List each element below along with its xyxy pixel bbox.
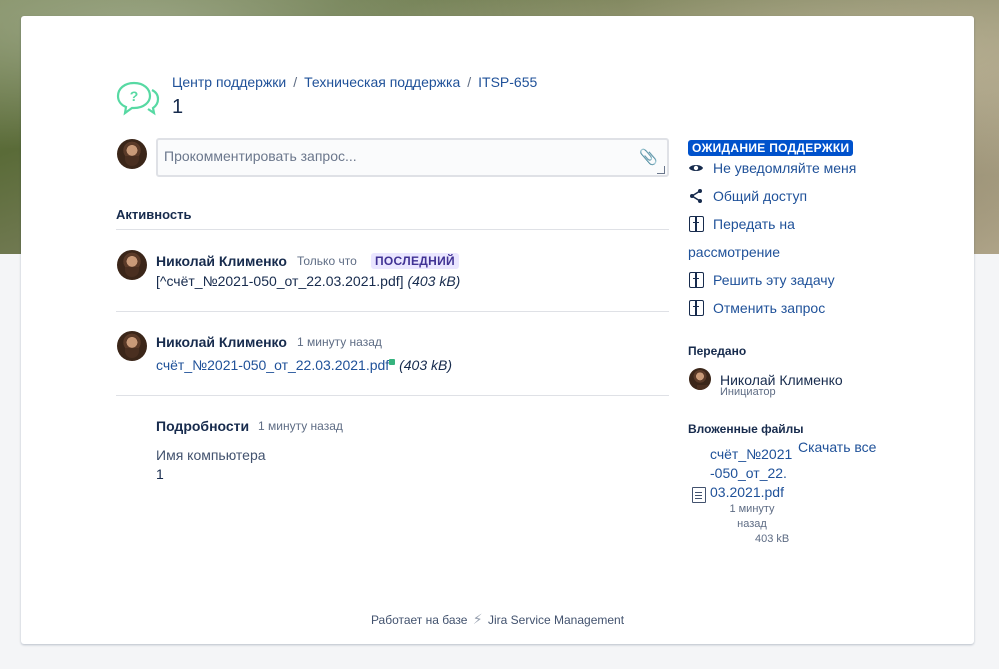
field-value: 1 [156, 466, 164, 482]
breadcrumb: Центр поддержки / Техническая поддержка / IT… [172, 74, 537, 90]
unwatch-link[interactable]: Не уведомляйте меня [713, 160, 856, 176]
avatar [689, 368, 711, 390]
avatar [117, 331, 147, 361]
attachment-size: (403 kB) [399, 357, 452, 373]
external-link-icon [389, 359, 396, 365]
attachment-time-line: назад [737, 518, 767, 530]
activity-author: Николай Клименко [156, 253, 287, 269]
activity-heading: Активность [116, 207, 192, 222]
details-label: Подробности [156, 418, 250, 434]
footer-product[interactable]: Jira Service Management [488, 613, 624, 627]
activity-time: 1 минуту назад [297, 335, 382, 349]
request-card: ? Центр поддержки / Техническая поддержка /… [21, 16, 974, 644]
svg-text:?: ? [130, 88, 139, 104]
attachment-time-line: 1 минуту [729, 503, 775, 515]
breadcrumb-separator: / [293, 74, 298, 90]
share-link[interactable]: Общий доступ [713, 188, 807, 204]
latest-badge: ПОСЛЕДНИЙ [371, 253, 459, 269]
activity-author: Николай Клименко [156, 334, 287, 350]
attachment-file-link[interactable]: счёт_№2021 -050_от_22. 03.2021.pdf [710, 445, 800, 502]
comment-placeholder: Прокомментировать запрос... [164, 148, 357, 164]
paperclip-icon[interactable]: 📎 [639, 148, 658, 166]
activity-body: счёт_№2021-050_от_22.03.2021.pdf (403 kB… [156, 357, 452, 373]
attachment-markup-text: [^счёт_№2021-050_от_22.03.2021.pdf] [156, 273, 404, 289]
resize-handle-icon[interactable] [657, 166, 665, 174]
attachment-name-part: -050_от_22. [710, 465, 787, 481]
transition-icon [689, 216, 704, 232]
field-label: Имя компьютера [156, 447, 266, 463]
divider [116, 229, 669, 230]
attachment-name-part: 03.2021.pdf [710, 484, 784, 500]
document-icon [692, 487, 706, 503]
breadcrumb-help-center[interactable]: Центр поддержки [172, 74, 286, 90]
jira-logo-icon: ⚡ [472, 611, 483, 627]
cancel-request-link[interactable]: Отменить запрос [713, 300, 825, 316]
footer-prefix: Работает на базе [370, 613, 468, 627]
details-time: 1 минуту назад [258, 419, 343, 433]
avatar [117, 139, 147, 169]
divider [116, 311, 669, 312]
help-center-icon: ? [116, 81, 160, 116]
activity-body: [^счёт_№2021-050_от_22.03.2021.pdf] (403… [156, 273, 460, 289]
breadcrumb-separator: / [467, 74, 472, 90]
footer: Работает на базе ⚡ Jira Service Manageme… [21, 611, 974, 628]
share-icon [690, 189, 702, 203]
breadcrumb-tech-support[interactable]: Техническая поддержка [304, 74, 460, 90]
transfer-link-continued[interactable]: рассмотрение [688, 244, 780, 260]
attachment-name-part: счёт_№2021 [710, 446, 793, 462]
attachment-size: 403 kB [755, 533, 790, 545]
assigned-heading: Передано [688, 344, 747, 358]
download-all-link[interactable]: Скачать все [798, 439, 876, 455]
breadcrumb-issue-key[interactable]: ITSP-655 [478, 74, 537, 90]
activity-time: Только что [297, 254, 357, 268]
page-title: 1 [172, 96, 184, 118]
attachments-heading: Вложенные файлы [688, 422, 804, 436]
attachment-time: 1 минуту назад [717, 502, 787, 532]
transition-icon [689, 300, 704, 316]
transition-icon [689, 272, 704, 288]
eye-icon [689, 165, 703, 171]
attachment-link[interactable]: счёт_№2021-050_от_22.03.2021.pdf [156, 357, 389, 373]
status-lozenge: ОЖИДАНИЕ ПОДДЕРЖКИ [688, 140, 854, 156]
transfer-link[interactable]: Передать на [713, 216, 795, 232]
resolve-link[interactable]: Решить эту задачу [713, 272, 835, 288]
comment-input[interactable]: Прокомментировать запрос... 📎 [156, 138, 669, 177]
avatar [117, 250, 147, 280]
divider [116, 395, 669, 396]
assignee-role: Инициатор [720, 386, 776, 398]
attachment-size: (403 kB) [407, 273, 461, 289]
